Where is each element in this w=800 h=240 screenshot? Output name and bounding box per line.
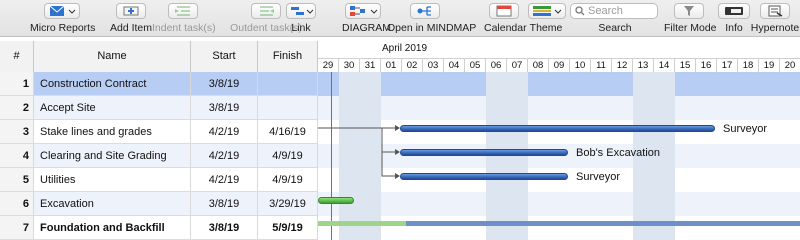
- diagram-button[interactable]: DIAGRAM: [342, 0, 391, 36]
- start-date[interactable]: 4/2/19: [191, 168, 258, 192]
- task-bar-stake-lines[interactable]: [400, 125, 715, 132]
- gantt-chart: April 2019 29 30 31 01 02 03 04 05 06 07 08 09 10 11 1…: [318, 41, 800, 240]
- task-bar-utilities[interactable]: [400, 173, 568, 180]
- indent-button[interactable]: Indent task(s): [152, 0, 216, 36]
- start-date[interactable]: 4/2/19: [191, 144, 258, 168]
- task-name[interactable]: Clearing and Site Grading: [34, 144, 191, 168]
- column-header-number[interactable]: #: [0, 41, 34, 72]
- hypernote-icon: [760, 3, 790, 19]
- filter-mode-button[interactable]: Filter Mode: [664, 0, 717, 36]
- row-number[interactable]: 1: [0, 72, 34, 96]
- toolbar: Micro Reports Add Item Indent task(s) Ou…: [0, 0, 800, 37]
- task-name[interactable]: Accept Site: [34, 96, 191, 120]
- theme-button[interactable]: Theme: [528, 0, 566, 36]
- start-date[interactable]: 4/2/19: [191, 120, 258, 144]
- resource-label: Bob's Excavation: [576, 147, 661, 159]
- task-name[interactable]: Foundation and Backfill: [34, 216, 191, 240]
- link-icon: [286, 3, 316, 19]
- finish-date[interactable]: 3/29/19: [258, 192, 318, 216]
- finish-date[interactable]: [258, 72, 318, 96]
- diagram-icon: [345, 3, 381, 19]
- search-icon: [575, 6, 585, 16]
- finish-date[interactable]: 5/9/19: [258, 216, 318, 240]
- row-number[interactable]: 6: [0, 192, 34, 216]
- mindmap-icon: [410, 3, 440, 19]
- task-name[interactable]: Stake lines and grades: [34, 120, 191, 144]
- info-icon: [718, 3, 750, 19]
- search-control: Search Search: [570, 0, 660, 36]
- filter-icon: [674, 3, 704, 19]
- row-number[interactable]: 7: [0, 216, 34, 240]
- resource-label: Surveyor: [723, 123, 768, 135]
- column-header-finish[interactable]: Finish: [258, 41, 318, 72]
- row-number[interactable]: 3: [0, 120, 34, 144]
- task-name[interactable]: Utilities: [34, 168, 191, 192]
- start-date[interactable]: 3/8/19: [191, 192, 258, 216]
- finish-date[interactable]: 4/9/19: [258, 168, 318, 192]
- column-header-start[interactable]: Start: [191, 41, 258, 72]
- theme-icon: [528, 3, 566, 19]
- calendar-icon: [489, 3, 519, 19]
- summary-progress-foundation: [318, 221, 406, 226]
- column-header-name[interactable]: Name: [34, 41, 191, 72]
- search-input[interactable]: Search: [570, 3, 658, 19]
- micro-reports-button[interactable]: Micro Reports: [30, 0, 95, 36]
- start-date[interactable]: 3/8/19: [191, 216, 258, 240]
- open-in-mindmap-button[interactable]: Open in MINDMAP: [387, 0, 476, 36]
- outdent-icon: [251, 3, 281, 19]
- table-header: # Name Start Finish: [0, 41, 318, 73]
- task-name[interactable]: Construction Contract: [34, 72, 191, 96]
- resource-label: Surveyor: [576, 171, 621, 183]
- start-date[interactable]: 3/8/19: [191, 96, 258, 120]
- indent-icon: [168, 3, 198, 19]
- row-number[interactable]: 4: [0, 144, 34, 168]
- task-name[interactable]: Excavation: [34, 192, 191, 216]
- row-number[interactable]: 2: [0, 96, 34, 120]
- info-button[interactable]: Info: [718, 0, 750, 36]
- start-date[interactable]: 3/8/19: [191, 72, 258, 96]
- finish-date[interactable]: 4/16/19: [258, 120, 318, 144]
- dependency-arrows: [318, 125, 400, 179]
- report-icon: [44, 3, 80, 19]
- task-bar-clearing[interactable]: [400, 149, 568, 156]
- add-item-icon: [116, 3, 146, 19]
- finish-date[interactable]: [258, 96, 318, 120]
- finish-date[interactable]: 4/9/19: [258, 144, 318, 168]
- add-item-button[interactable]: Add Item: [108, 0, 154, 36]
- task-bar-excavation[interactable]: [318, 197, 354, 204]
- link-button[interactable]: Link: [282, 0, 320, 36]
- calendar-button[interactable]: Calendar: [484, 0, 527, 36]
- hypernote-button[interactable]: Hypernote: [750, 0, 800, 36]
- row-number[interactable]: 5: [0, 168, 34, 192]
